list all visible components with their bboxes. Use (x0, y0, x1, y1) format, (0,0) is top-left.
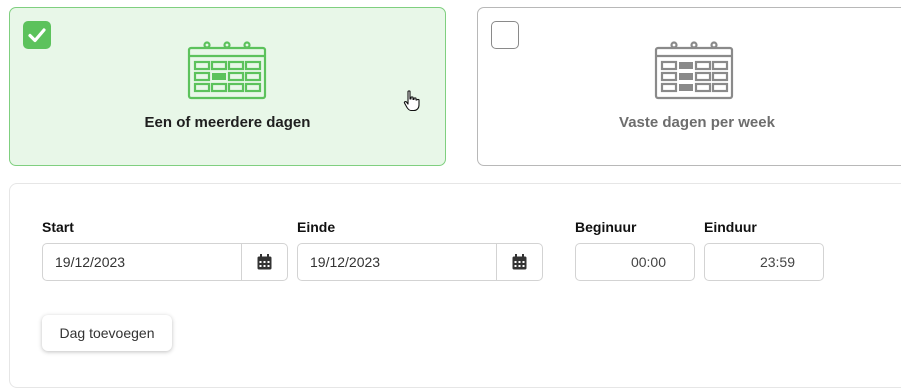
end-calendar-button[interactable] (496, 244, 542, 280)
start-label: Start (42, 219, 74, 235)
end-date-value[interactable]: 19/12/2023 (298, 244, 496, 280)
begin-hour-label: Beginuur (575, 219, 637, 235)
start-date-value[interactable]: 19/12/2023 (43, 244, 241, 280)
calendar-picker-icon (257, 254, 272, 270)
end-label: Einde (297, 219, 336, 235)
start-calendar-button[interactable] (241, 244, 287, 280)
hand-cursor-icon (403, 90, 420, 112)
calendar-icon (187, 41, 267, 100)
option-label-multiple-days: Een of meerdere dagen (144, 114, 311, 131)
date-range-panel (9, 183, 901, 388)
calendar-week-icon (654, 41, 734, 100)
calendar-picker-icon (512, 254, 527, 270)
option-card-fixed-days[interactable]: Vaste dagen per week (477, 7, 901, 166)
option-label-fixed-days: Vaste dagen per week (619, 114, 775, 131)
begin-hour-input[interactable]: 00:00 (575, 243, 695, 281)
end-hour-label: Einduur (704, 219, 757, 235)
checkbox-checked[interactable] (23, 21, 51, 49)
add-day-button[interactable]: Dag toevoegen (42, 315, 172, 351)
checkbox-unchecked[interactable] (491, 21, 519, 49)
checkmark-icon (28, 28, 46, 43)
end-date-field[interactable]: 19/12/2023 (297, 243, 543, 281)
end-hour-input[interactable]: 23:59 (704, 243, 824, 281)
option-card-multiple-days[interactable]: Een of meerdere dagen (9, 7, 446, 166)
start-date-field[interactable]: 19/12/2023 (42, 243, 288, 281)
